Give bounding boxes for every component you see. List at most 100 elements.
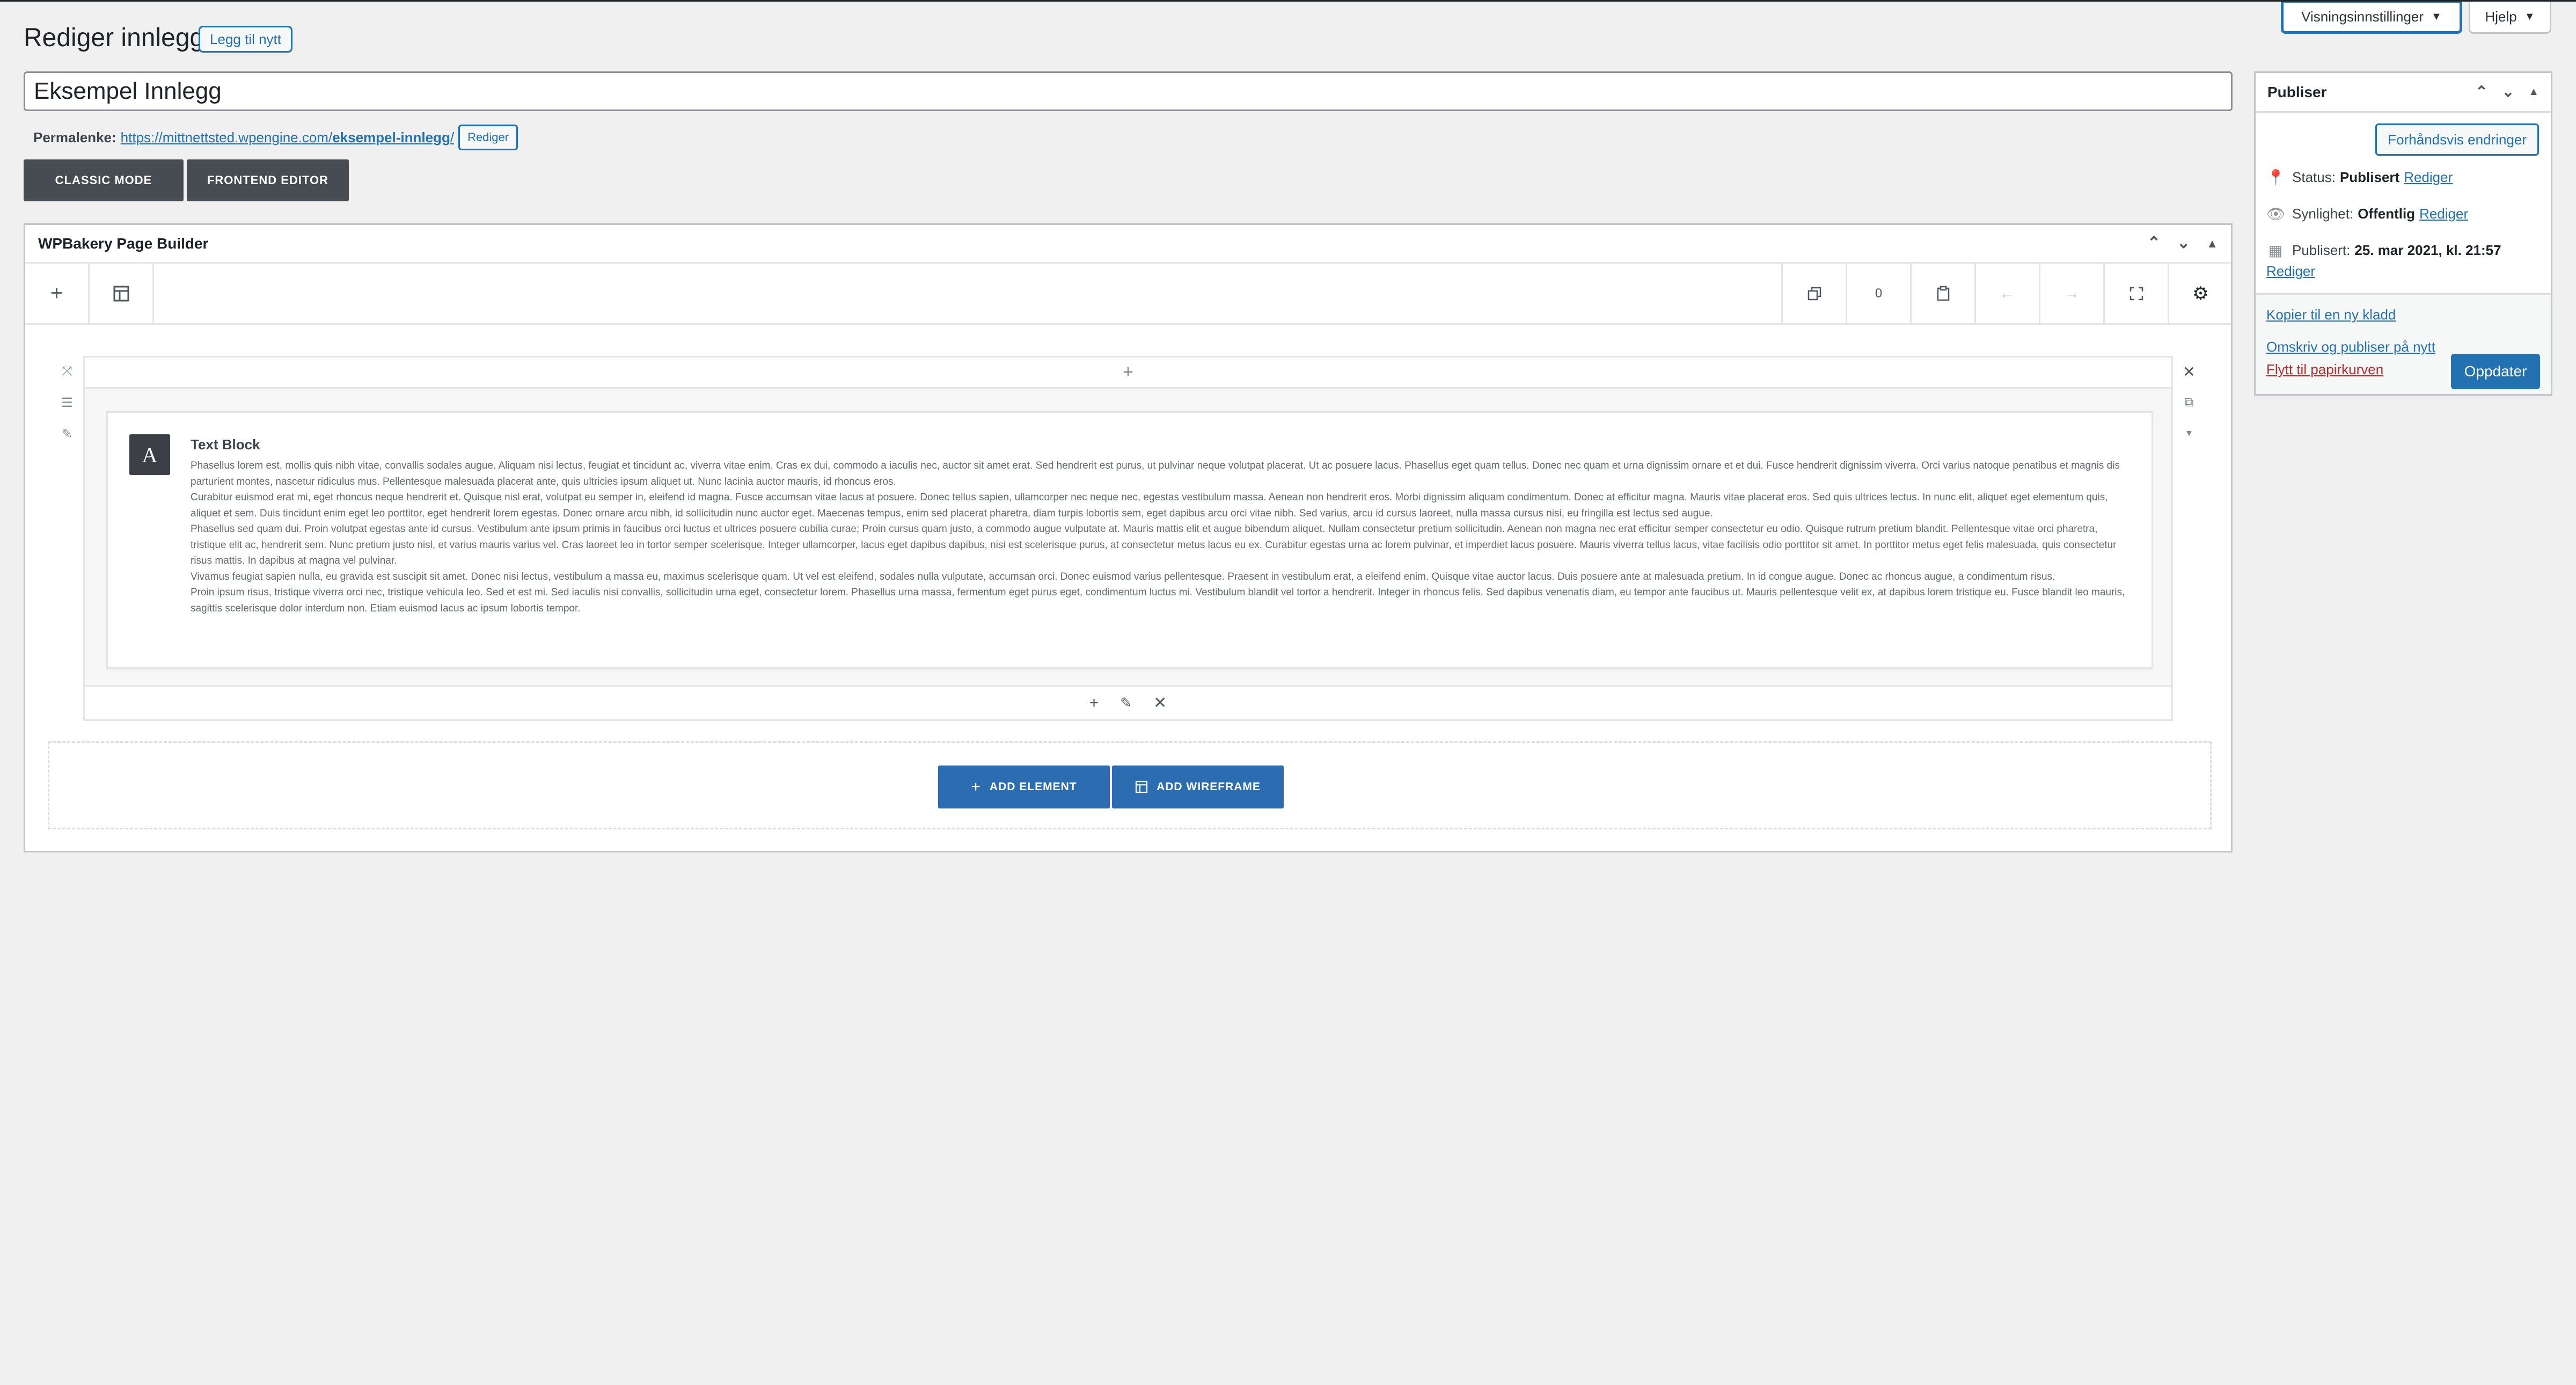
- column-controls: + ✎ ✕: [85, 685, 2171, 719]
- row-edit-pencil-icon[interactable]: ✎: [51, 418, 83, 449]
- move-to-trash-link[interactable]: Flytt til papirkurven: [2266, 361, 2383, 378]
- permalink-trailing: /: [450, 129, 455, 145]
- frontend-editor-button[interactable]: FRONTEND EDITOR: [187, 159, 349, 201]
- screen-options-button[interactable]: Visningsinnstillinger ▼: [2281, 2, 2462, 34]
- toggle-panel-icon[interactable]: ▲: [2206, 234, 2218, 252]
- status-edit-link[interactable]: Rediger: [2404, 169, 2453, 186]
- row-toggle-chevron-icon[interactable]: ▼: [2173, 418, 2205, 449]
- move-down-icon[interactable]: ⌄: [2177, 234, 2190, 252]
- visibility-row: 👁 Synlighet: Offentlig Rediger: [2266, 205, 2468, 223]
- row-add-element-plus-icon[interactable]: +: [85, 358, 2171, 389]
- add-new-button[interactable]: Legg til nytt: [199, 26, 292, 53]
- plus-icon: +: [50, 281, 63, 305]
- row-move-icon[interactable]: ⤧: [51, 356, 83, 387]
- permalink-label: Permalenke:: [33, 129, 116, 145]
- gear-icon: ⚙: [2192, 283, 2209, 304]
- add-wireframe-label: ADD WIREFRAME: [1157, 781, 1261, 793]
- undo-arrow-icon: ←: [1999, 284, 2016, 302]
- history-count-value: 0: [1875, 286, 1883, 301]
- permalink-slug: eksempel-innlegg: [332, 129, 450, 145]
- text-block-content: Phasellus lorem est, mollis quis nibh vi…: [191, 458, 2133, 616]
- wpbakery-canvas: ⤧ ☰ ✎ + A Text Block Phasellus lorem est…: [25, 325, 2231, 851]
- add-element-area: + ADD ELEMENT ADD WIREFRAME: [48, 741, 2212, 829]
- text-block-title: Text Block: [191, 436, 260, 453]
- copy-toolbar-button[interactable]: [1781, 264, 1846, 323]
- published-date-row: ▦ Publisert: 25. mar 2021, kl. 21:57: [2266, 242, 2501, 259]
- wireframe-icon: [1135, 781, 1148, 793]
- publish-box: Publiser ⌃ ⌄ ▲ Forhåndsvis endringer 📍 S…: [2254, 71, 2552, 396]
- add-wireframe-button[interactable]: ADD WIREFRAME: [1112, 766, 1284, 808]
- published-edit-link[interactable]: Rediger: [2266, 263, 2315, 280]
- classic-mode-button[interactable]: CLASSIC MODE: [24, 159, 184, 201]
- paste-toolbar-button[interactable]: [1910, 264, 1974, 323]
- copy-icon: [1807, 287, 1821, 300]
- permalink-edit-button[interactable]: Rediger: [458, 125, 518, 150]
- move-down-icon[interactable]: ⌄: [2502, 83, 2514, 100]
- text-block-paragraph: Vivamus feugiat sapien nulla, eu gravida…: [191, 571, 2055, 582]
- wpbakery-panel: WPBakery Page Builder ⌃ ⌄ ▲ + 0 ← → ⚙ ⤧ …: [24, 223, 2233, 852]
- publish-title: Publiser: [2267, 83, 2327, 100]
- text-block-paragraph: Proin ipsum risus, tristique viverra orc…: [191, 587, 2125, 614]
- column-edit-pencil-icon[interactable]: ✎: [1120, 695, 1132, 711]
- eye-icon: 👁: [2266, 206, 2286, 222]
- column-delete-close-icon[interactable]: ✕: [1153, 694, 1167, 712]
- redo-arrow-icon: →: [2063, 284, 2080, 302]
- post-title-input[interactable]: Eksempel Innlegg: [24, 71, 2233, 111]
- published-label: Publisert:: [2292, 242, 2351, 258]
- wpbakery-panel-controls: ⌃ ⌄ ▲: [2147, 234, 2218, 252]
- undo-toolbar-button[interactable]: ←: [1974, 264, 2039, 323]
- add-element-label: ADD ELEMENT: [989, 781, 1077, 793]
- settings-toolbar-button[interactable]: ⚙: [2168, 264, 2232, 323]
- redo-toolbar-button[interactable]: →: [2039, 264, 2103, 323]
- preview-changes-button[interactable]: Forhåndsvis endringer: [2375, 123, 2539, 156]
- published-value: 25. mar 2021, kl. 21:57: [2354, 242, 2501, 258]
- templates-toolbar-button[interactable]: [90, 264, 154, 323]
- update-button[interactable]: Oppdater: [2451, 354, 2540, 389]
- row-layout-icon[interactable]: ☰: [51, 387, 83, 418]
- status-label: Status:: [2292, 169, 2336, 185]
- toggle-panel-icon[interactable]: ▲: [2528, 83, 2539, 100]
- copy-to-draft-link[interactable]: Kopier til en ny kladd: [2266, 307, 2396, 323]
- pin-icon: 📍: [2266, 169, 2285, 186]
- permalink-row: Permalenke: https://mittnettsted.wpengin…: [33, 125, 518, 150]
- permalink-base: https://mittnettsted.wpengine.com/: [120, 129, 333, 145]
- fullscreen-icon: [2129, 287, 2143, 300]
- text-block-paragraph: Phasellus sed quam dui. Proin volutpat e…: [191, 523, 2117, 566]
- clipboard-icon: [1937, 286, 1949, 301]
- text-block-paragraph: Phasellus lorem est, mollis quis nibh vi…: [191, 460, 2120, 487]
- status-value: Publisert: [2339, 169, 2400, 185]
- text-block-icon: A: [129, 434, 170, 475]
- publish-actions: Kopier til en ny kladd Omskriv og publis…: [2256, 293, 2551, 394]
- row-controls-left: ⤧ ☰ ✎: [51, 356, 83, 449]
- text-block-element[interactable]: A Text Block Phasellus lorem est, mollis…: [106, 411, 2153, 669]
- row-delete-close-icon[interactable]: ✕: [2173, 356, 2205, 387]
- publish-header: Publiser ⌃ ⌄ ▲: [2256, 73, 2551, 113]
- visibility-label: Synlighet:: [2292, 206, 2354, 222]
- wpbakery-toolbar: + 0 ← → ⚙: [25, 264, 2231, 325]
- row-container: + A Text Block Phasellus lorem est, moll…: [83, 356, 2173, 721]
- history-count: 0: [1846, 264, 1910, 323]
- add-element-toolbar-button[interactable]: +: [25, 264, 90, 323]
- permalink-link[interactable]: https://mittnettsted.wpengine.com/eksemp…: [121, 129, 454, 146]
- help-button[interactable]: Hjelp ▼: [2469, 2, 2551, 34]
- caret-down-icon: ▼: [2431, 11, 2442, 23]
- page-title: Rediger innlegg: [24, 24, 204, 52]
- rewrite-republish-link[interactable]: Omskriv og publiser på nytt: [2266, 339, 2435, 355]
- row-clone-icon[interactable]: ⧉: [2173, 387, 2205, 418]
- move-up-icon[interactable]: ⌃: [2475, 83, 2487, 100]
- visibility-value: Offentlig: [2358, 206, 2416, 222]
- add-element-button[interactable]: + ADD ELEMENT: [938, 766, 1110, 808]
- fullscreen-toolbar-button[interactable]: [2103, 264, 2168, 323]
- screen-options-label: Visningsinnstillinger: [2301, 9, 2424, 25]
- move-up-icon[interactable]: ⌃: [2147, 234, 2161, 252]
- wpbakery-title: WPBakery Page Builder: [38, 235, 209, 252]
- visibility-edit-link[interactable]: Rediger: [2419, 206, 2468, 222]
- help-label: Hjelp: [2485, 9, 2517, 25]
- publish-box-controls: ⌃ ⌄ ▲: [2475, 83, 2539, 100]
- templates-icon: [113, 286, 129, 301]
- plus-icon: +: [971, 778, 981, 796]
- caret-down-icon: ▼: [2524, 11, 2535, 23]
- wpbakery-header: WPBakery Page Builder ⌃ ⌄ ▲: [25, 225, 2231, 264]
- row-controls-right: ✕ ⧉ ▼: [2173, 356, 2205, 449]
- column-add-plus-icon[interactable]: +: [1089, 694, 1099, 712]
